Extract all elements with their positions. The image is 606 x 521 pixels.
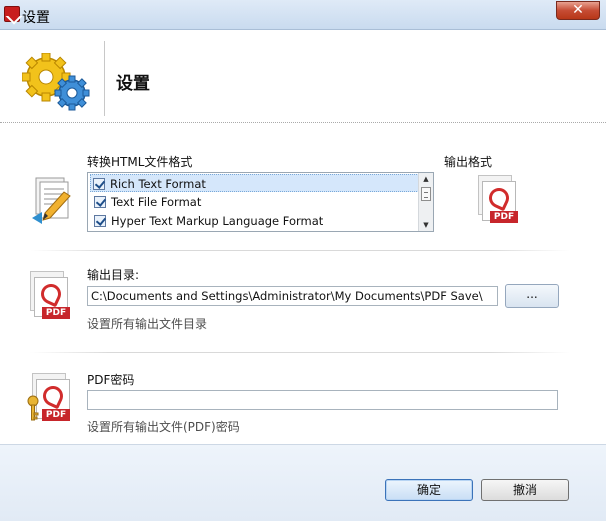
list-item[interactable]: Hyper Text Markup Language Format xyxy=(92,212,417,230)
list-item-label: Rich Text Format xyxy=(110,177,206,191)
scroll-down-arrow-icon[interactable]: ▼ xyxy=(419,219,433,231)
gears-icon xyxy=(22,53,90,111)
close-button[interactable]: ✕ xyxy=(556,1,600,20)
list-scrollbar[interactable]: ▲ ▼ xyxy=(418,173,433,231)
app-icon xyxy=(4,6,20,22)
format-list[interactable]: Rich Text Format Text File Format Hyper … xyxy=(87,172,434,232)
pdf-lock-icon: PDF xyxy=(26,373,74,427)
acrobat-icon xyxy=(37,280,65,308)
scroll-thumb[interactable] xyxy=(421,187,431,201)
header-divider xyxy=(104,41,105,116)
pdf-password-label: PDF密码 xyxy=(87,373,135,387)
row-divider xyxy=(30,352,570,353)
acrobat-icon xyxy=(39,382,67,410)
title-bar: 设置 ✕ xyxy=(0,0,606,30)
acrobat-icon xyxy=(485,184,513,212)
browse-button[interactable]: ... xyxy=(505,284,559,308)
pdf-badge: PDF xyxy=(42,307,70,319)
pdf-folder-icon: PDF xyxy=(30,271,72,323)
list-item-label: Hyper Text Markup Language Format xyxy=(111,214,324,228)
page-title: 设置 xyxy=(116,74,150,94)
list-item[interactable]: Rich Text Format xyxy=(90,174,419,192)
pdf-password-field[interactable] xyxy=(87,390,558,410)
output-dir-hint: 设置所有输出文件目录 xyxy=(87,317,208,331)
scroll-up-arrow-icon[interactable]: ▲ xyxy=(419,173,433,185)
ok-button[interactable]: 确定 xyxy=(385,479,473,501)
output-format-label: 输出格式 xyxy=(444,155,493,169)
html-checkbox[interactable] xyxy=(94,215,106,227)
dialog-footer: 确定 撤消 xyxy=(0,444,606,521)
format-section-label: 转换HTML文件格式 xyxy=(87,155,193,169)
dialog-header: 设置 xyxy=(0,31,606,122)
row-divider xyxy=(30,250,570,251)
pdf-format-icon: PDF xyxy=(478,175,520,225)
rtf-checkbox[interactable] xyxy=(93,178,105,190)
list-item-label: Text File Format xyxy=(111,195,202,209)
cancel-button[interactable]: 撤消 xyxy=(481,479,569,501)
settings-panel: 转换HTML文件格式 Rich Text Format Text File Fo… xyxy=(0,123,606,444)
window-title: 设置 xyxy=(22,10,50,26)
key-icon xyxy=(27,395,39,421)
txt-checkbox[interactable] xyxy=(94,196,106,208)
pdf-badge: PDF xyxy=(490,211,518,223)
output-dir-field[interactable]: C:\Documents and Settings\Administrator\… xyxy=(87,286,498,306)
document-edit-icon xyxy=(32,177,71,224)
pdf-badge: PDF xyxy=(42,409,70,421)
pdf-password-hint: 设置所有输出文件(PDF)密码 xyxy=(87,420,240,434)
list-item[interactable]: Text File Format xyxy=(92,193,417,211)
output-dir-label: 输出目录: xyxy=(87,268,140,282)
